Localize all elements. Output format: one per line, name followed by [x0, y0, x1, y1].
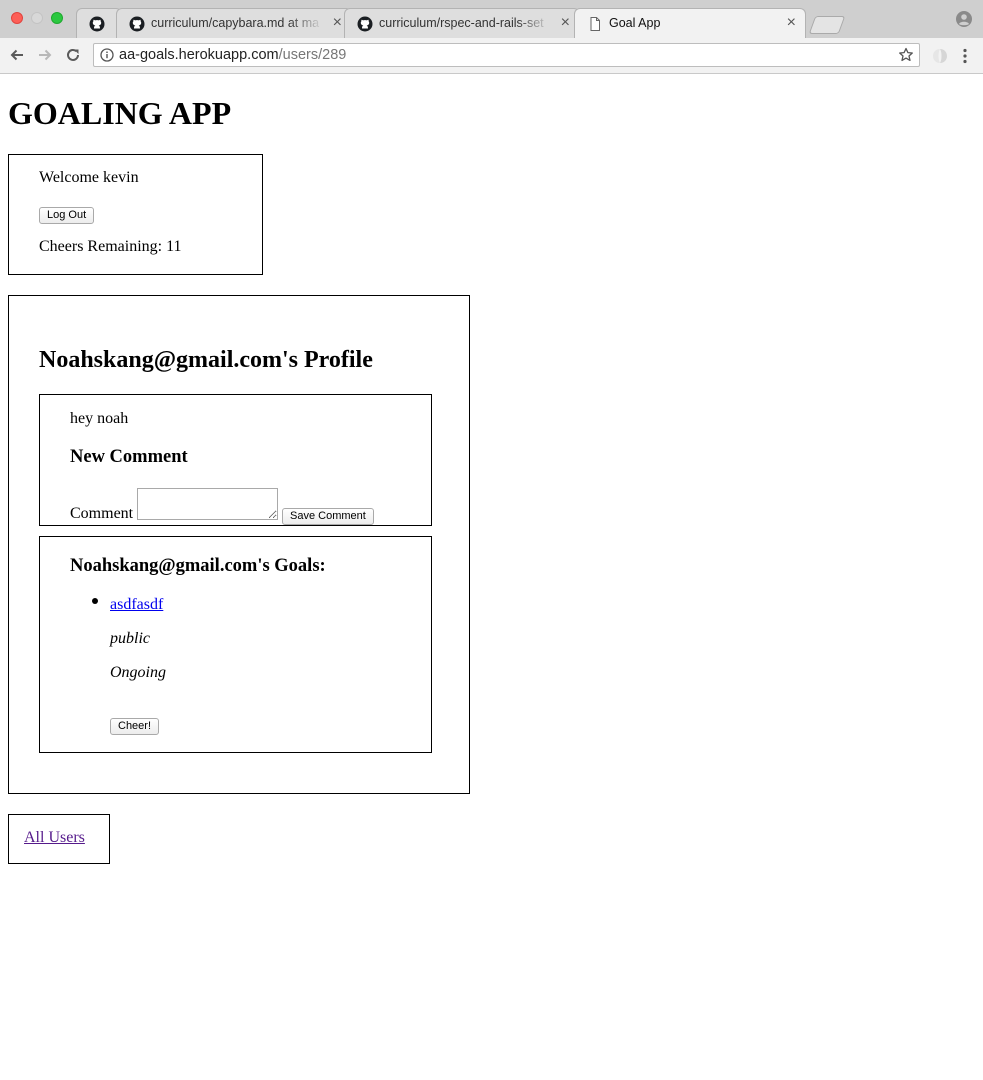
tab-title: curriculum/rspec-and-rails-set — [379, 16, 544, 30]
browser-toolbar: aa-goals.herokuapp.com/users/289 — [0, 38, 983, 74]
url-host: aa-goals.herokuapp.com — [119, 47, 279, 63]
url-path: /users/289 — [278, 47, 347, 63]
window-maximize-button[interactable] — [51, 12, 63, 24]
tab-title: Goal App — [609, 16, 661, 30]
app-title: GOALING APP — [8, 95, 232, 131]
tab-close-icon[interactable]: × — [561, 14, 570, 32]
all-users-link[interactable]: All Users — [24, 829, 85, 847]
comment-label: Comment — [70, 505, 134, 522]
welcome-text: Welcome kevin — [39, 169, 139, 186]
tab-capybara[interactable]: curriculum/capybara.md at ma × — [116, 8, 352, 38]
menu-dots-icon[interactable] — [959, 47, 971, 65]
logout-button[interactable]: Log Out — [39, 207, 95, 224]
cheer-button[interactable]: Cheer! — [110, 718, 160, 735]
page-content: GOALING APP Welcome kevin Log Out Cheers… — [0, 74, 983, 1080]
goal-status: Ongoing — [110, 664, 166, 681]
forward-arrow-icon[interactable] — [36, 46, 54, 64]
page-icon — [590, 17, 600, 31]
tab-close-icon[interactable]: × — [333, 14, 342, 32]
profile-icon[interactable] — [956, 11, 972, 27]
url-text: aa-goals.herokuapp.com/users/289 — [119, 47, 346, 63]
info-icon[interactable] — [100, 48, 114, 62]
tab-close-icon[interactable]: × — [787, 14, 796, 32]
reload-icon[interactable] — [64, 46, 82, 64]
github-icon — [89, 16, 105, 32]
profile-heading: Noahskang@gmail.com's Profile — [39, 347, 373, 373]
profile-box: Noahskang@gmail.com's Profile hey noah N… — [8, 295, 470, 794]
browser-tabstrip: curriculum/capybara.md at ma × curriculu… — [0, 0, 983, 39]
cheers-remaining: Cheers Remaining: 11 — [39, 238, 182, 255]
comment-item: hey noah — [70, 410, 129, 427]
comment-textarea[interactable] — [137, 488, 278, 520]
back-arrow-icon[interactable] — [8, 46, 26, 64]
list-bullet — [92, 598, 98, 604]
goal-link[interactable]: asdfasdf — [110, 596, 163, 614]
save-comment-button[interactable]: Save Comment — [282, 508, 374, 525]
goals-box: Noahskang@gmail.com's Goals: asdfasdf pu… — [39, 536, 432, 753]
window-close-button[interactable] — [11, 12, 23, 24]
tab-rspec[interactable]: curriculum/rspec-and-rails-set × — [344, 8, 580, 38]
tab-title: curriculum/capybara.md at ma — [151, 16, 320, 30]
github-icon — [129, 16, 145, 32]
goals-heading: Noahskang@gmail.com's Goals: — [70, 556, 326, 576]
comments-box: hey noah New Comment Comment Save Commen… — [39, 394, 432, 526]
window-minimize-button[interactable] — [31, 12, 43, 24]
extension-icon[interactable] — [931, 47, 949, 65]
github-icon — [357, 16, 373, 32]
welcome-box: Welcome kevin Log Out Cheers Remaining: … — [8, 154, 263, 275]
all-users-box: All Users — [8, 814, 110, 864]
tab-goal-app[interactable]: Goal App × — [574, 8, 806, 39]
new-tab-button[interactable] — [808, 16, 846, 34]
goal-privacy: public — [110, 630, 150, 647]
bookmark-star-icon[interactable] — [898, 47, 914, 63]
new-comment-heading: New Comment — [70, 447, 188, 467]
address-bar[interactable]: aa-goals.herokuapp.com/users/289 — [93, 43, 920, 67]
